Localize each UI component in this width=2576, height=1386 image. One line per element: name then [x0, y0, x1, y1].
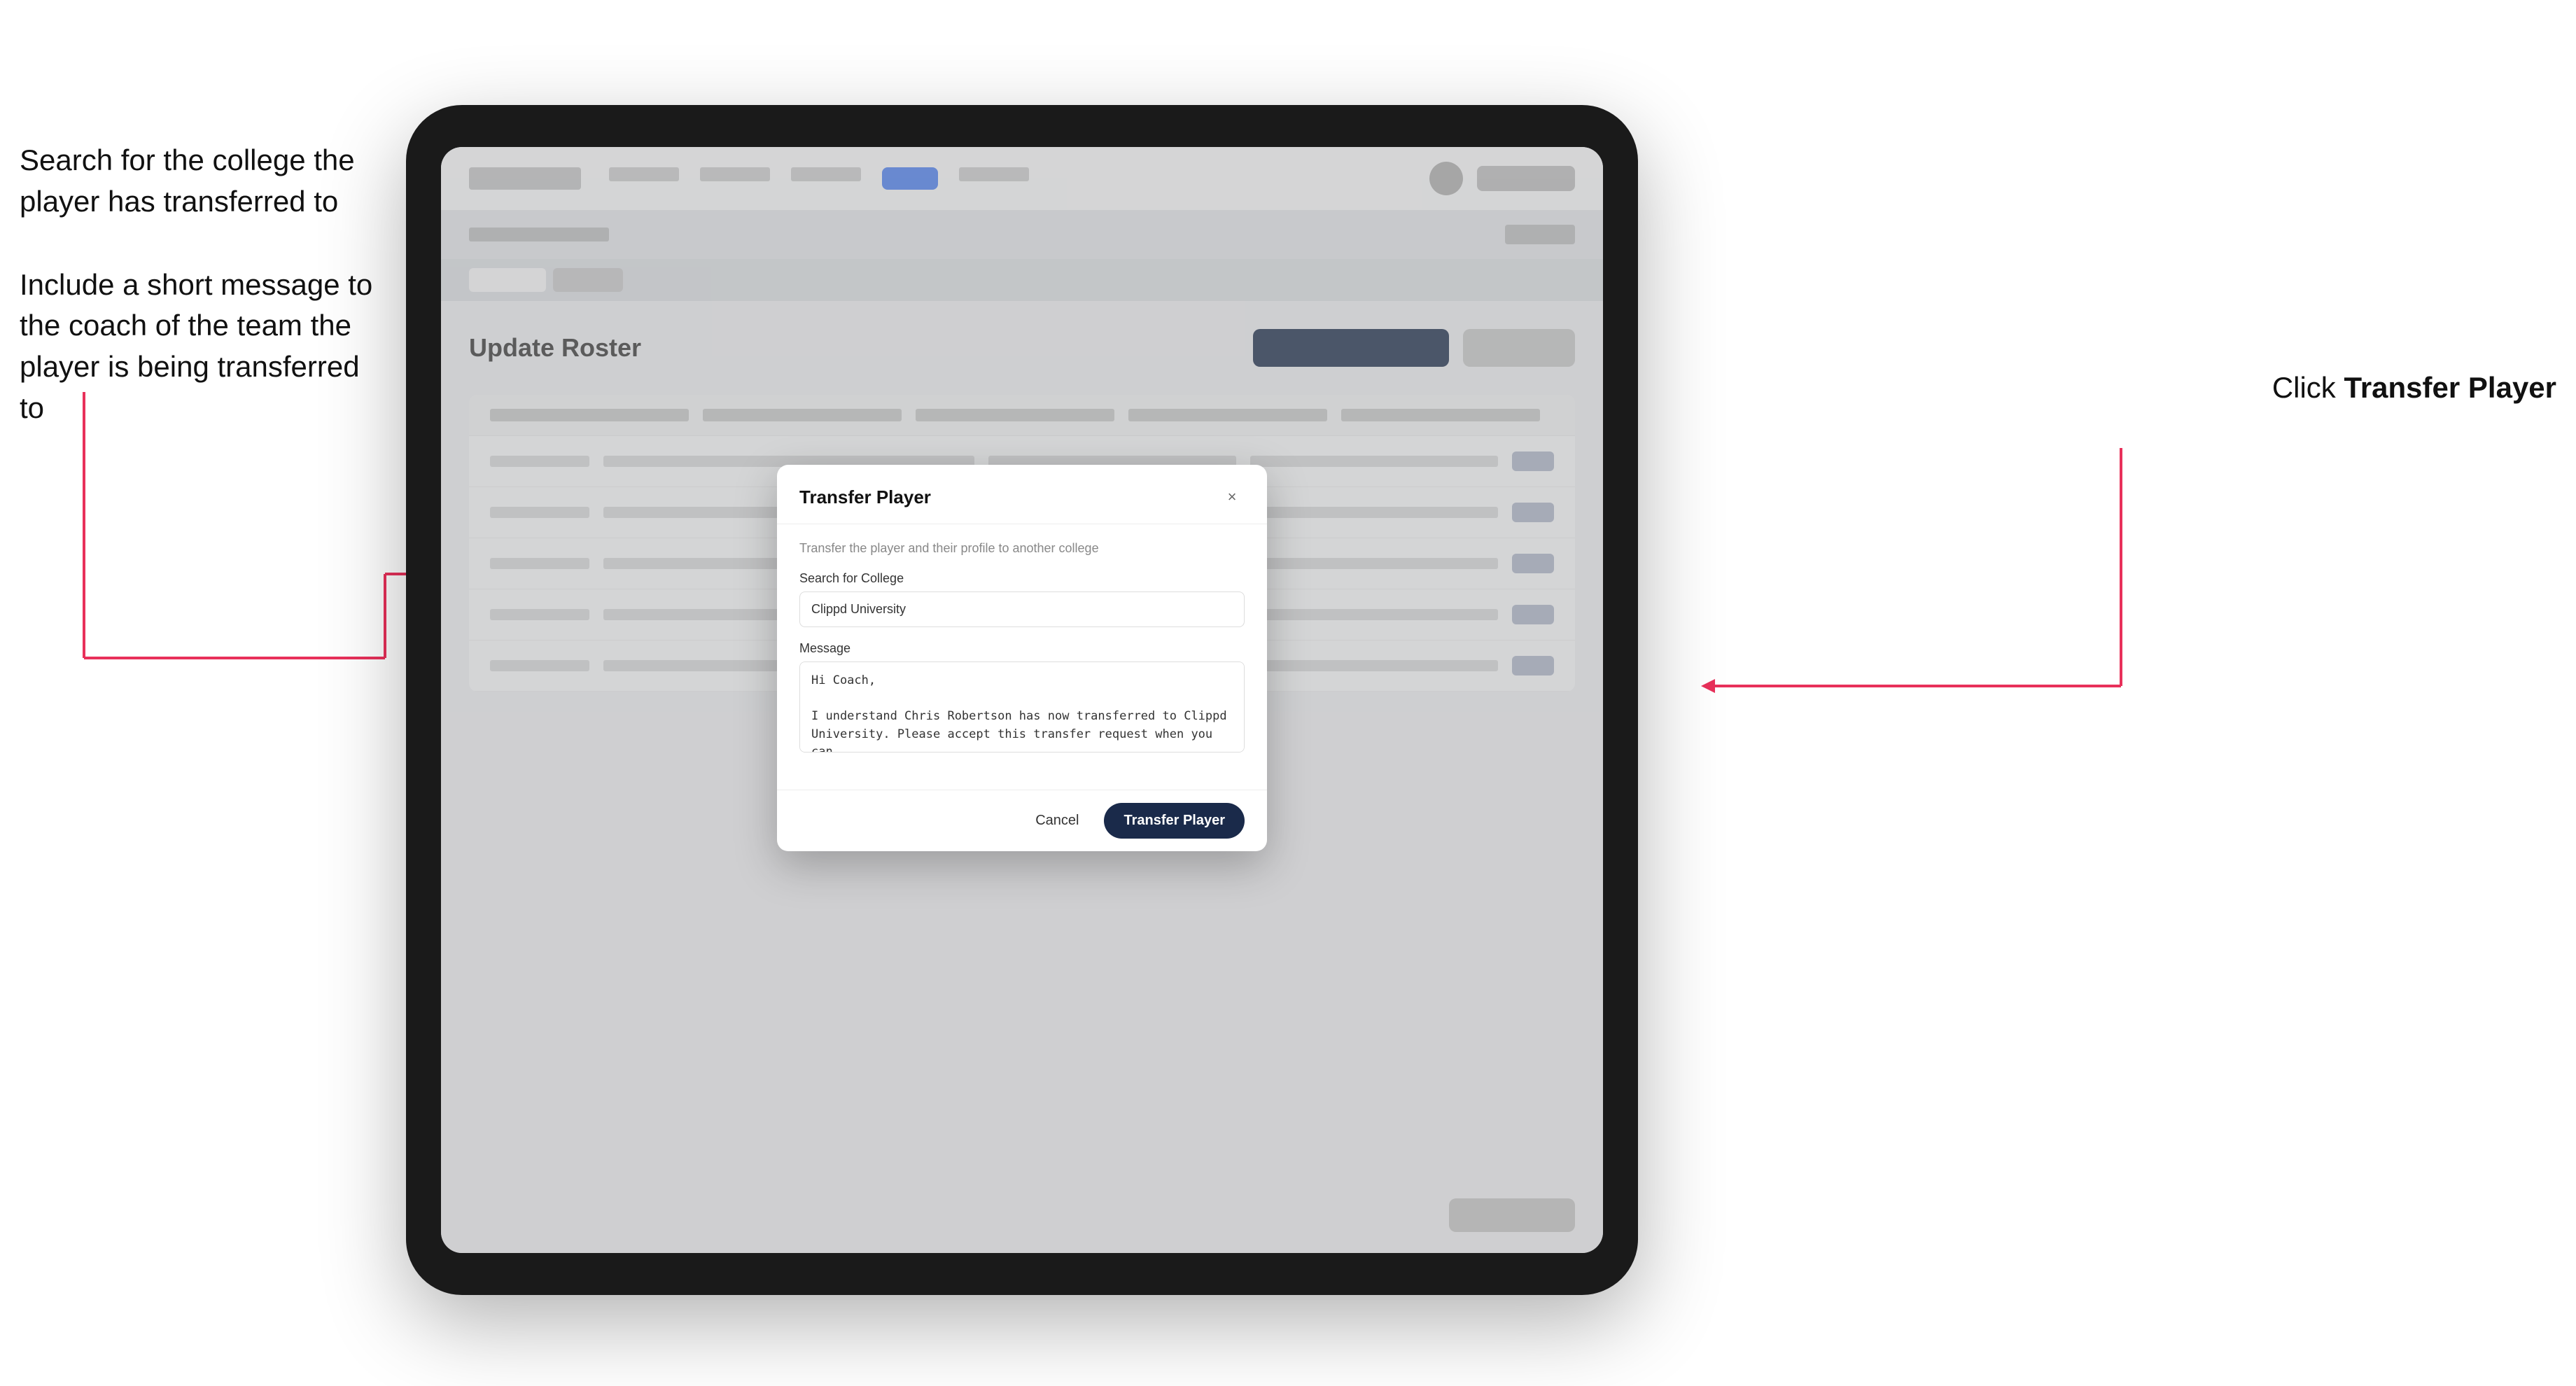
modal-footer: Cancel Transfer Player	[777, 790, 1267, 851]
tablet-frame: Update Roster	[406, 105, 1638, 1295]
modal-title: Transfer Player	[799, 486, 931, 508]
modal-subtitle: Transfer the player and their profile to…	[799, 541, 1245, 556]
cancel-button[interactable]: Cancel	[1024, 806, 1090, 836]
annotation-text-bottom: Include a short message to the coach of …	[20, 265, 384, 429]
modal-overlay: Transfer Player × Transfer the player an…	[441, 147, 1603, 1253]
annotation-left: Search for the college the player has tr…	[20, 140, 384, 471]
college-search-input[interactable]	[799, 592, 1245, 627]
annotation-text-top: Search for the college the player has tr…	[20, 140, 384, 223]
annotation-right: Click Transfer Player	[2272, 371, 2556, 405]
transfer-player-button[interactable]: Transfer Player	[1104, 803, 1245, 839]
transfer-player-modal: Transfer Player × Transfer the player an…	[777, 465, 1267, 851]
college-label: Search for College	[799, 571, 1245, 586]
close-icon: ×	[1228, 488, 1237, 506]
annotation-right-text: Click	[2272, 371, 2344, 404]
college-field-group: Search for College	[799, 571, 1245, 627]
message-field-group: Message Hi Coach, I understand Chris Rob…	[799, 641, 1245, 756]
modal-close-button[interactable]: ×	[1219, 484, 1245, 510]
message-label: Message	[799, 641, 1245, 656]
annotation-right-bold: Transfer Player	[2344, 371, 2556, 404]
tablet-screen: Update Roster	[441, 147, 1603, 1253]
modal-body: Transfer the player and their profile to…	[777, 524, 1267, 790]
message-textarea[interactable]: Hi Coach, I understand Chris Robertson h…	[799, 662, 1245, 752]
modal-header: Transfer Player ×	[777, 465, 1267, 524]
